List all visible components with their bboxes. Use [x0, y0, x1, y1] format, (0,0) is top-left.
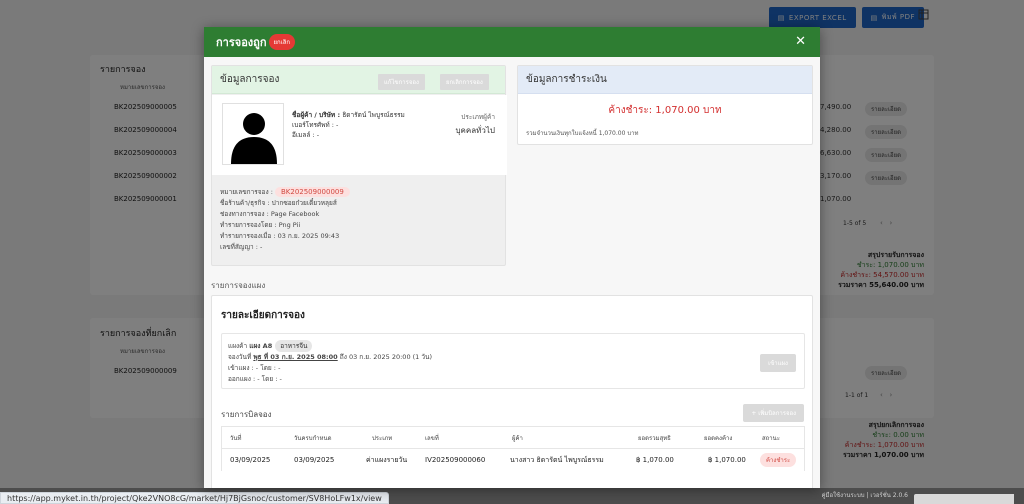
contract-no: เลขที่สัญญา : -	[220, 243, 263, 251]
payment-info-header: ข้อมูลการชำระเงิน	[518, 66, 812, 94]
table-header: วันที่ วันครบกำหนด ประเภท เลขที่ ผู้ค้า …	[222, 427, 804, 449]
stall-booking-section-title: รายการจองแผง	[211, 281, 266, 290]
check-in-button[interactable]: เข้าแผง	[760, 354, 796, 372]
edit-booking-button[interactable]: แก้ไขการจอง	[378, 74, 425, 90]
footer-text: คู่มือใช้งานระบบ | เวอร์ชั่น 2.0.6	[821, 492, 908, 499]
bill-status-badge: ค้างชำระ	[760, 453, 797, 467]
user-icon	[231, 113, 277, 164]
col-balance: ยอดคงค้าง	[704, 434, 733, 442]
date-prefix: จองวันที่	[228, 353, 254, 361]
booking-channel: ช่องทางการจอง : Page Facebook	[220, 210, 320, 218]
booking-details: หมายเลขการจอง : BK202509000009 ชื่อร้านค…	[220, 187, 350, 253]
bill-total: ฿ 1,070.00	[636, 456, 674, 464]
booking-detail-card: รายละเอียดการจอง แผงค้า แผง A8 อาหารจีน จ…	[211, 295, 813, 488]
stall-name: แผง A8	[249, 342, 273, 350]
date-start: พุธ ที่ 03 ก.ย. 2025 08:00	[253, 353, 338, 361]
shop-name: ชื่อร้านค้า/ธุรกิจ : ปากซอยก๋วยเตี๋ยวหลุ…	[220, 199, 337, 207]
customer-type: ประเภทผู้ค้า บุคคลทั่วไป	[455, 112, 495, 137]
check-in-info: เข้าแผง : - โดย : -	[228, 364, 281, 372]
bill-balance: ฿ 1,070.00	[708, 456, 746, 464]
footer-thumbnail	[914, 494, 1014, 504]
bill-vendor: นางสาว ธิดารัตน์ ไพบูรณ์ธรรม	[510, 455, 604, 464]
stall-label: แผงค้า	[228, 342, 250, 350]
customer-type-label: ประเภทผู้ค้า	[461, 113, 495, 121]
modal-title: การจองถูก	[216, 36, 267, 49]
payment-info-title: ข้อมูลการชำระเงิน	[526, 74, 607, 85]
payment-total-note: รวมจำนวนเงินทุกใบแจ้งหนี้ 1,070.00 บาท	[526, 130, 639, 137]
add-bill-button[interactable]: + เพิ่มบิลการจอง	[743, 404, 804, 422]
col-vendor: ผู้ค้า	[512, 434, 523, 442]
payment-due-amount: ค้างชำระ: 1,070.00 บาท	[608, 105, 722, 116]
booking-info-card: ข้อมูลการจอง แก้ไขการจอง ยกเลิกการจอง ชื…	[211, 65, 507, 266]
date-rest: ถึง 03 ก.ย. 2025 20:00 (1 วัน)	[337, 353, 433, 361]
bill-table: วันที่ วันครบกำหนด ประเภท เลขที่ ผู้ค้า …	[221, 426, 805, 471]
customer-name-label: ชื่อผู้ค้า / บริษัท :	[292, 111, 343, 119]
col-status: สถานะ	[762, 434, 780, 442]
cancel-booking-button[interactable]: ยกเลิกการจอง	[440, 74, 489, 90]
booking-info-title: ข้อมูลการจอง	[220, 74, 280, 85]
payment-info-card: ข้อมูลการชำระเงิน ค้างชำระ: 1,070.00 บาท…	[517, 65, 813, 145]
booking-modal: การจองถูก ยกเลิก ✕ ข้อมูลการจอง แก้ไขการ…	[204, 27, 820, 488]
bill-number: IV202509000060	[425, 456, 486, 464]
status-url: https://app.myket.in.th/project/Qke2VNO8…	[0, 492, 389, 504]
avatar	[222, 103, 284, 165]
stall-item: แผงค้า แผง A8 อาหารจีน จองวันที่ พุธ ที่ …	[221, 333, 805, 389]
bill-date: 03/09/2025	[230, 456, 271, 464]
booked-at: ทำรายการจองเมื่อ : 03 ก.ย. 2025 09:43	[220, 232, 340, 240]
customer-info: ชื่อผู้ค้า / บริษัท : ธิดารัตน์ ไพบูรณ์ธ…	[292, 110, 405, 140]
customer-type-value: บุคคลทั่วไป	[455, 126, 495, 135]
close-icon[interactable]: ✕	[795, 35, 806, 48]
customer-email: อีเมลล์ : -	[292, 131, 320, 139]
booking-no-badge: BK202509000009	[274, 187, 350, 197]
bill-section-title: รายการบิลจอง	[221, 410, 272, 419]
col-number: เลขที่	[425, 434, 439, 442]
zone-badge: อาหารจีน	[275, 340, 313, 352]
status-badge: ยกเลิก	[268, 34, 296, 50]
table-row[interactable]: 03/09/2025 03/09/2025 ค่าแผงรายวัน IV202…	[222, 449, 804, 471]
check-out-info: ออกแผง : - โดย : -	[228, 375, 282, 383]
booked-by: ทำรายการจองโดย : Png Pii	[220, 221, 301, 229]
booking-detail-title: รายละเอียดการจอง	[221, 310, 305, 321]
customer-profile: ชื่อผู้ค้า / บริษัท : ธิดารัตน์ ไพบูรณ์ธ…	[212, 95, 507, 175]
bill-due-date: 03/09/2025	[294, 456, 335, 464]
modal-header: การจองถูก ยกเลิก ✕	[204, 27, 820, 57]
col-due-date: วันครบกำหนด	[294, 434, 332, 442]
bill-type: ค่าแผงรายวัน	[366, 455, 408, 464]
col-date: วันที่	[230, 434, 242, 442]
col-type: ประเภท	[372, 434, 393, 442]
booking-no-label: หมายเลขการจอง :	[220, 188, 275, 196]
col-net-total: ยอดรวมสุทธิ	[638, 434, 671, 442]
customer-phone: เบอร์โทรศัพท์ : -	[292, 121, 339, 129]
stall-info: แผงค้า แผง A8 อาหารจีน จองวันที่ พุธ ที่ …	[228, 340, 433, 385]
customer-name: ธิดารัตน์ ไพบูรณ์ธรรม	[342, 111, 405, 119]
